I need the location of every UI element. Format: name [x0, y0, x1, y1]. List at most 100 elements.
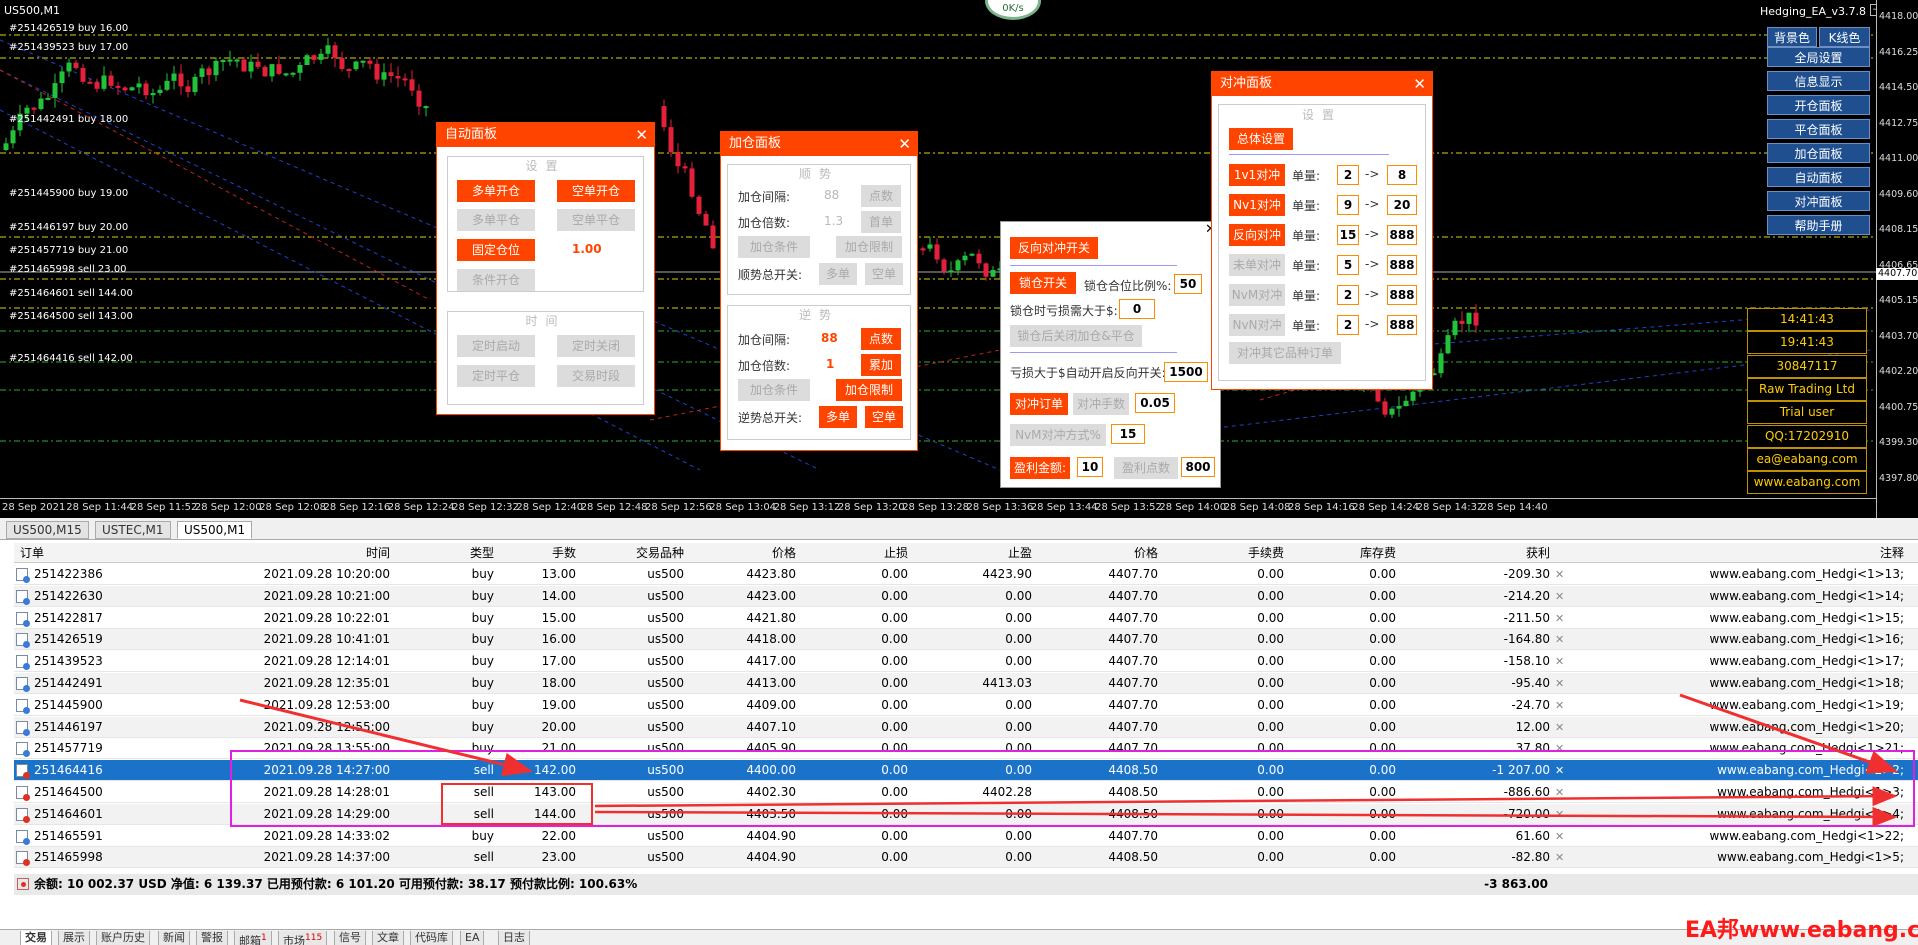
counter-add-limit-button[interactable]: 加仓限制: [836, 379, 902, 401]
reverse-switch-button[interactable]: 反向对冲开关: [1010, 237, 1098, 259]
hedge-panel-header[interactable]: 对冲面板 ✕: [1212, 72, 1432, 96]
nvm-mode-button[interactable]: NvM对冲方式%: [1010, 424, 1106, 446]
right-menu-item[interactable]: 信息显示: [1767, 71, 1870, 91]
close-order-icon[interactable]: ✕: [1555, 608, 1564, 629]
fixed-lot-button[interactable]: 固定仓位: [457, 239, 535, 261]
hedge-from-input[interactable]: 9: [1337, 195, 1359, 215]
sell-open-button[interactable]: 空单开仓: [557, 180, 635, 202]
close-order-icon[interactable]: ✕: [1555, 629, 1564, 650]
terminal-tab[interactable]: 市场115: [278, 931, 328, 945]
trend-points-button[interactable]: 点数: [861, 185, 901, 207]
profit-points-button[interactable]: 盈利点数: [1114, 457, 1178, 479]
trend-sell-button[interactable]: 空单: [865, 263, 903, 285]
counter-points-button[interactable]: 点数: [861, 328, 901, 350]
trend-interval-value[interactable]: 88: [824, 188, 839, 202]
right-menu-item[interactable]: 平仓面板: [1767, 119, 1870, 139]
chart-tab[interactable]: USTEC,M1: [95, 521, 171, 539]
cond-open-button[interactable]: 条件开仓: [457, 269, 535, 291]
hedge-from-input[interactable]: 2: [1337, 285, 1359, 305]
table-row[interactable]: 251465591 2021.09.28 14:33:02 buy 22.00 us50…: [14, 825, 1918, 847]
hedge-to-input[interactable]: 8: [1387, 165, 1417, 185]
counter-sell-button[interactable]: 空单: [865, 406, 903, 428]
terminal-tab[interactable]: 账户历史: [96, 931, 150, 945]
profit-points-input[interactable]: 800: [1181, 457, 1215, 477]
counter-add-cond-button[interactable]: 加仓条件: [738, 379, 810, 401]
close-order-icon[interactable]: ✕: [1555, 651, 1564, 672]
hedge-from-input[interactable]: 15: [1337, 225, 1359, 245]
table-row[interactable]: 251422817 2021.09.28 10:22:01 buy 15.00 us50…: [14, 607, 1918, 629]
hedge-panel-close-icon[interactable]: ✕: [1413, 72, 1426, 96]
right-menu-item[interactable]: 全局设置: [1767, 47, 1870, 67]
profit-amount-button[interactable]: 盈利金额:: [1010, 457, 1070, 479]
chart-tab[interactable]: US500,M15: [6, 521, 89, 539]
close-order-icon[interactable]: ✕: [1555, 847, 1564, 868]
terminal-tab[interactable]: 警报: [196, 931, 228, 945]
column-header[interactable]: 手续费: [1162, 543, 1284, 563]
hedge-to-input[interactable]: 888: [1387, 255, 1417, 275]
column-header[interactable]: 订单: [20, 543, 130, 563]
add-panel-header[interactable]: 加仓面板 ✕: [721, 132, 917, 156]
chart-canvas[interactable]: [0, 0, 1918, 518]
trend-first-lot-button[interactable]: 首单: [861, 211, 901, 233]
hedge-mode-button[interactable]: 1v1对冲: [1229, 164, 1285, 186]
counter-interval-value[interactable]: 88: [821, 331, 838, 345]
right-menu-item[interactable]: 对冲面板: [1767, 191, 1870, 211]
auto-panel-close-icon[interactable]: ✕: [635, 123, 648, 147]
table-row[interactable]: 251426519 2021.09.28 10:41:01 buy 16.00 us50…: [14, 629, 1918, 651]
lock-switch-button[interactable]: 锁仓开关: [1010, 272, 1076, 294]
buy-open-button[interactable]: 多单开仓: [457, 180, 535, 202]
table-row[interactable]: 251422630 2021.09.28 10:21:00 buy 14.00 us50…: [14, 585, 1918, 607]
counter-buy-button[interactable]: 多单: [819, 406, 857, 428]
terminal-tab[interactable]: 信号: [334, 931, 366, 945]
hedge-to-input[interactable]: 888: [1387, 285, 1417, 305]
hedge-from-input[interactable]: 2: [1337, 315, 1359, 335]
hedge-mode-button[interactable]: 反向对冲: [1229, 224, 1285, 246]
hedge-lots-button[interactable]: 对冲手数: [1073, 393, 1129, 415]
close-order-icon[interactable]: ✕: [1555, 717, 1564, 738]
hedge-to-input[interactable]: 888: [1387, 225, 1417, 245]
table-row[interactable]: 251439523 2021.09.28 12:14:01 buy 17.00 us50…: [14, 651, 1918, 673]
close-order-icon[interactable]: ✕: [1555, 695, 1564, 716]
column-header[interactable]: 注释: [1574, 543, 1904, 563]
trade-time-button[interactable]: 交易时段: [557, 365, 635, 387]
lock-loss-input[interactable]: 0: [1119, 299, 1155, 319]
trend-buy-button[interactable]: 多单: [819, 263, 857, 285]
terminal-tab[interactable]: 文章: [372, 931, 404, 945]
table-row[interactable]: 251446197 2021.09.28 12:55:00 buy 20.00 us50…: [14, 716, 1918, 738]
hedge-order-button[interactable]: 对冲订单: [1010, 393, 1068, 415]
trend-multiple-value[interactable]: 1.3: [824, 214, 843, 228]
terminal-tab[interactable]: 日志: [498, 931, 530, 945]
close-order-icon[interactable]: ✕: [1555, 564, 1564, 585]
close-order-icon[interactable]: ✕: [1555, 586, 1564, 607]
column-header[interactable]: 止盈: [912, 543, 1032, 563]
hedge-lots-input[interactable]: 0.05: [1135, 393, 1175, 413]
right-menu-item[interactable]: 帮助手册: [1767, 215, 1870, 235]
table-row[interactable]: 251422386 2021.09.28 10:20:00 buy 13.00 us50…: [14, 564, 1918, 585]
table-row[interactable]: 251465998 2021.09.28 14:37:00 sell 23.00 us5…: [14, 847, 1918, 869]
table-row[interactable]: 251442491 2021.09.28 12:35:01 buy 18.00 us50…: [14, 673, 1918, 694]
hedge-to-input[interactable]: 888: [1387, 315, 1417, 335]
column-header[interactable]: 库存费: [1288, 543, 1396, 563]
hedge-mode-button[interactable]: NvM对冲: [1229, 284, 1285, 306]
timer-start-button[interactable]: 定时启动: [457, 335, 535, 357]
price-chart[interactable]: US500,M1 Hedging_EA_v3.7.8 − × 0K/s #251…: [0, 0, 1918, 518]
terminal-tab[interactable]: EA: [460, 931, 485, 945]
trend-add-limit-button[interactable]: 加仓限制: [836, 236, 902, 258]
column-header[interactable]: 价格: [1036, 543, 1158, 563]
right-menu-item[interactable]: 自动面板: [1767, 167, 1870, 187]
hedge-from-input[interactable]: 2: [1337, 165, 1359, 185]
terminal-tab[interactable]: 邮箱1: [234, 931, 272, 945]
right-menu-item[interactable]: 加仓面板: [1767, 143, 1870, 163]
column-header[interactable]: 价格: [688, 543, 796, 563]
column-header[interactable]: 获利: [1400, 543, 1550, 563]
hedge-from-input[interactable]: 5: [1337, 255, 1359, 275]
nvm-mode-input[interactable]: 15: [1111, 424, 1145, 444]
column-header[interactable]: 手数: [498, 543, 576, 563]
loss-auto-input[interactable]: 1500: [1164, 362, 1208, 382]
right-menu-item[interactable]: 开仓面板: [1767, 95, 1870, 115]
hedge-mode-button[interactable]: 未单对冲: [1229, 254, 1285, 276]
hedge-to-input[interactable]: 20: [1387, 195, 1417, 215]
column-header[interactable]: 时间: [154, 543, 390, 563]
sell-close-button[interactable]: 空单平仓: [557, 209, 635, 231]
close-order-icon[interactable]: ✕: [1555, 826, 1564, 847]
